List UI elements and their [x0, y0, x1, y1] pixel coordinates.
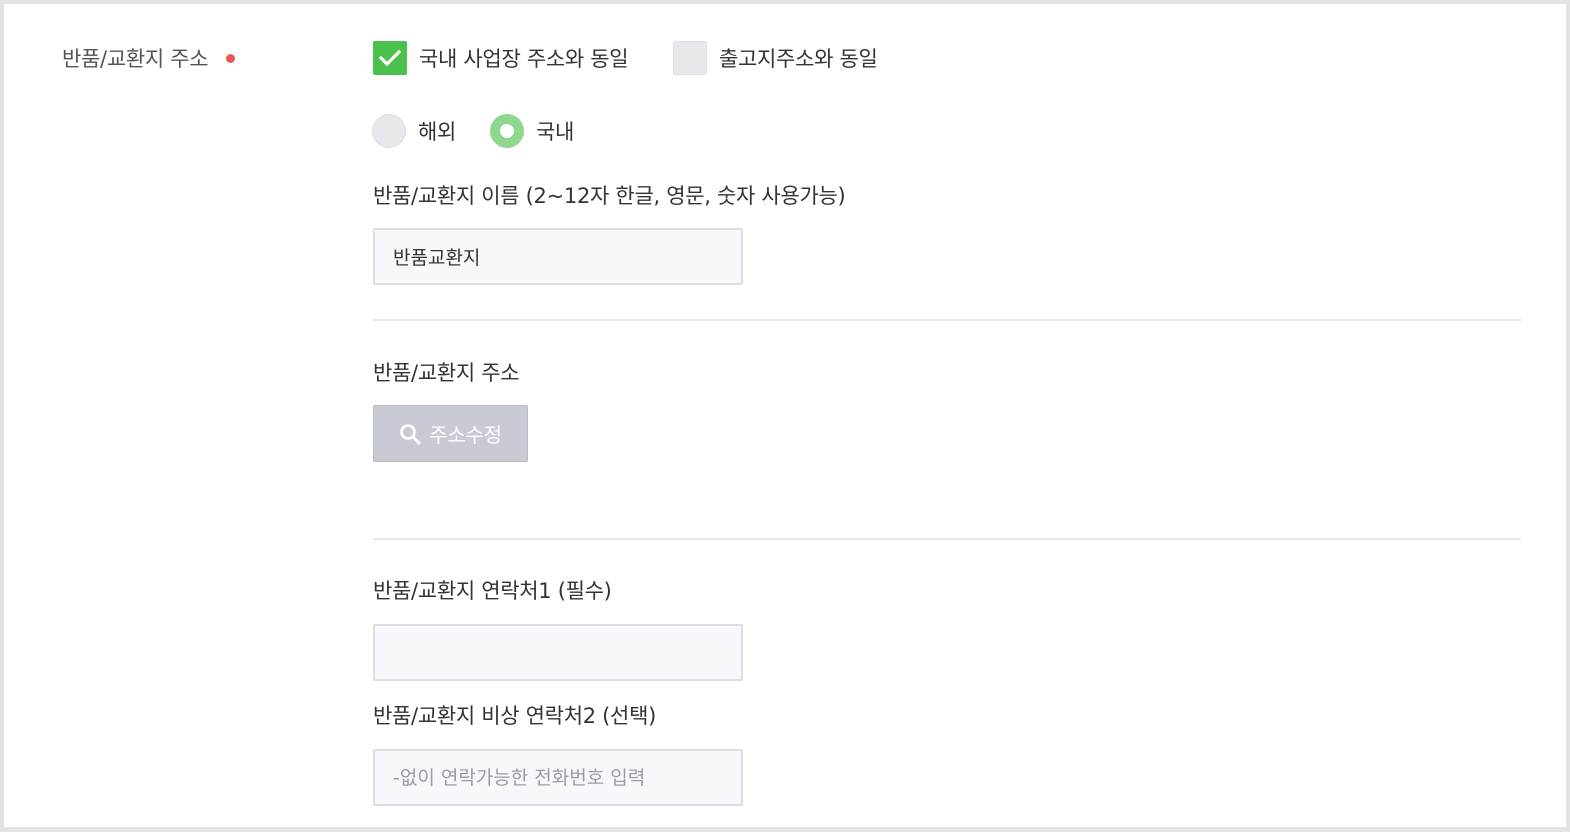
- name-field-label: 반품/교환지 이름 (2~12자 한글, 영문, 숫자 사용가능): [373, 184, 846, 208]
- region-overseas-label: 해외: [418, 120, 457, 144]
- contact1-field-label: 반품/교환지 연락처1 (필수): [373, 579, 612, 603]
- same-as-shipping-label: 출고지주소와 동일: [719, 47, 878, 71]
- radio-selected-icon[interactable]: [490, 114, 524, 148]
- divider: [373, 538, 1521, 540]
- region-radio-overseas[interactable]: 해외: [372, 114, 456, 148]
- same-as-shipping-checkbox[interactable]: 출고지주소와 동일: [673, 41, 878, 75]
- checkbox-unchecked-icon[interactable]: [673, 41, 707, 75]
- section-label: 반품/교환지 주소: [62, 47, 209, 71]
- section-title: 반품/교환지 주소: [62, 43, 236, 73]
- edit-address-label: 주소수정: [429, 423, 502, 447]
- region-domestic-label: 국내: [536, 120, 575, 144]
- checkbox-checked-icon[interactable]: [373, 41, 407, 75]
- contact2-field-label: 반품/교환지 비상 연락처2 (선택): [373, 704, 656, 728]
- radio-unselected-icon[interactable]: [372, 114, 406, 148]
- required-indicator-icon: [226, 53, 236, 63]
- search-icon: [400, 423, 421, 444]
- edit-address-button[interactable]: 주소수정: [373, 405, 528, 462]
- return-name-input[interactable]: [373, 228, 743, 285]
- divider: [373, 319, 1521, 321]
- contact2-input[interactable]: [373, 749, 743, 806]
- address-field-label: 반품/교환지 주소: [373, 361, 520, 385]
- return-address-panel: 반품/교환지 주소 국내 사업장 주소와 동일 출고지주소와 동일 해외 국내 …: [0, 0, 1570, 832]
- region-radio-domestic[interactable]: 국내: [490, 114, 574, 148]
- same-as-business-checkbox[interactable]: 국내 사업장 주소와 동일: [373, 41, 629, 75]
- contact1-input[interactable]: [373, 624, 743, 681]
- same-as-business-label: 국내 사업장 주소와 동일: [419, 47, 629, 71]
